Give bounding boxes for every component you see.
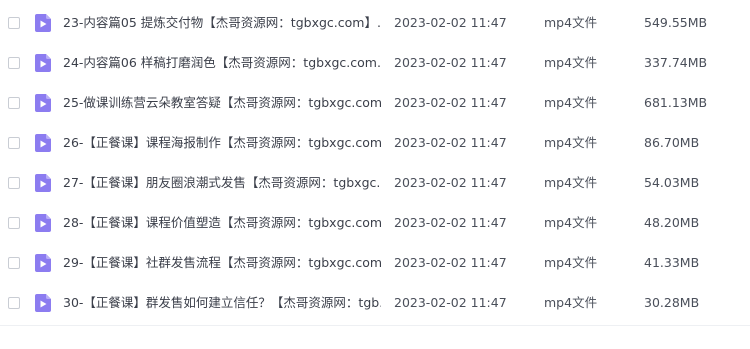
file-type: mp4文件 [544, 55, 598, 70]
table-row[interactable]: 25-做课训练营云朵教室答疑【杰哥资源网：tgbxgc.com... 2023-… [0, 84, 750, 124]
file-name[interactable]: 25-做课训练营云朵教室答疑【杰哥资源网：tgbxgc.com... [63, 95, 381, 111]
file-size: 549.55MB [644, 15, 708, 30]
file-list: 23-内容篇05 提炼交付物【杰哥资源网：tgbxgc.com】.... 202… [0, 4, 750, 324]
file-date: 2023-02-02 11:47 [394, 215, 507, 230]
file-date: 2023-02-02 11:47 [394, 135, 507, 150]
file-type: mp4文件 [544, 295, 598, 310]
file-date: 2023-02-02 11:47 [394, 175, 507, 190]
table-row[interactable]: 28-【正餐课】课程价值塑造【杰哥资源网：tgbxgc.com... 2023-… [0, 204, 750, 244]
file-name[interactable]: 30-【正餐课】群发售如何建立信任？【杰哥资源网：tgb... [63, 295, 381, 311]
file-type: mp4文件 [544, 175, 598, 190]
file-size: 41.33MB [644, 255, 700, 270]
file-size: 681.13MB [644, 95, 708, 110]
video-file-icon [35, 294, 51, 312]
file-type: mp4文件 [544, 255, 598, 270]
video-file-icon [35, 54, 51, 72]
file-name[interactable]: 24-内容篇06 样稿打磨润色【杰哥资源网：tgbxgc.com... [63, 55, 381, 71]
row-checkbox[interactable] [8, 137, 20, 149]
video-file-icon [35, 174, 51, 192]
file-size: 30.28MB [644, 295, 700, 310]
file-name[interactable]: 28-【正餐课】课程价值塑造【杰哥资源网：tgbxgc.com... [63, 215, 381, 231]
file-size: 48.20MB [644, 215, 700, 230]
row-checkbox[interactable] [8, 297, 20, 309]
table-row[interactable]: 30-【正餐课】群发售如何建立信任？【杰哥资源网：tgb... 2023-02-… [0, 284, 750, 324]
row-checkbox[interactable] [8, 17, 20, 29]
file-name[interactable]: 26-【正餐课】课程海报制作【杰哥资源网：tgbxgc.com... [63, 135, 381, 151]
row-checkbox[interactable] [8, 57, 20, 69]
video-file-icon [35, 134, 51, 152]
file-type: mp4文件 [544, 95, 598, 110]
video-file-icon [35, 14, 51, 32]
file-date: 2023-02-02 11:47 [394, 15, 507, 30]
file-date: 2023-02-02 11:47 [394, 95, 507, 110]
table-row[interactable]: 26-【正餐课】课程海报制作【杰哥资源网：tgbxgc.com... 2023-… [0, 124, 750, 164]
file-type: mp4文件 [544, 135, 598, 150]
row-checkbox[interactable] [8, 257, 20, 269]
video-file-icon [35, 254, 51, 272]
file-name[interactable]: 27-【正餐课】朋友圈浪潮式发售【杰哥资源网：tgbxgc.... [63, 175, 381, 191]
file-name[interactable]: 23-内容篇05 提炼交付物【杰哥资源网：tgbxgc.com】.... [63, 15, 381, 31]
video-file-icon [35, 214, 51, 232]
file-type: mp4文件 [544, 215, 598, 230]
row-checkbox[interactable] [8, 97, 20, 109]
video-file-icon [35, 94, 51, 112]
table-row[interactable]: 29-【正餐课】社群发售流程【杰哥资源网：tgbxgc.com... 2023-… [0, 244, 750, 284]
divider [0, 325, 750, 326]
row-checkbox[interactable] [8, 217, 20, 229]
table-row[interactable]: 27-【正餐课】朋友圈浪潮式发售【杰哥资源网：tgbxgc.... 2023-0… [0, 164, 750, 204]
file-date: 2023-02-02 11:47 [394, 255, 507, 270]
file-date: 2023-02-02 11:47 [394, 55, 507, 70]
file-name[interactable]: 29-【正餐课】社群发售流程【杰哥资源网：tgbxgc.com... [63, 255, 381, 271]
file-size: 337.74MB [644, 55, 708, 70]
row-checkbox[interactable] [8, 177, 20, 189]
file-size: 86.70MB [644, 135, 700, 150]
file-date: 2023-02-02 11:47 [394, 295, 507, 310]
file-type: mp4文件 [544, 15, 598, 30]
table-row[interactable]: 23-内容篇05 提炼交付物【杰哥资源网：tgbxgc.com】.... 202… [0, 4, 750, 44]
table-row[interactable]: 24-内容篇06 样稿打磨润色【杰哥资源网：tgbxgc.com... 2023… [0, 44, 750, 84]
file-size: 54.03MB [644, 175, 700, 190]
